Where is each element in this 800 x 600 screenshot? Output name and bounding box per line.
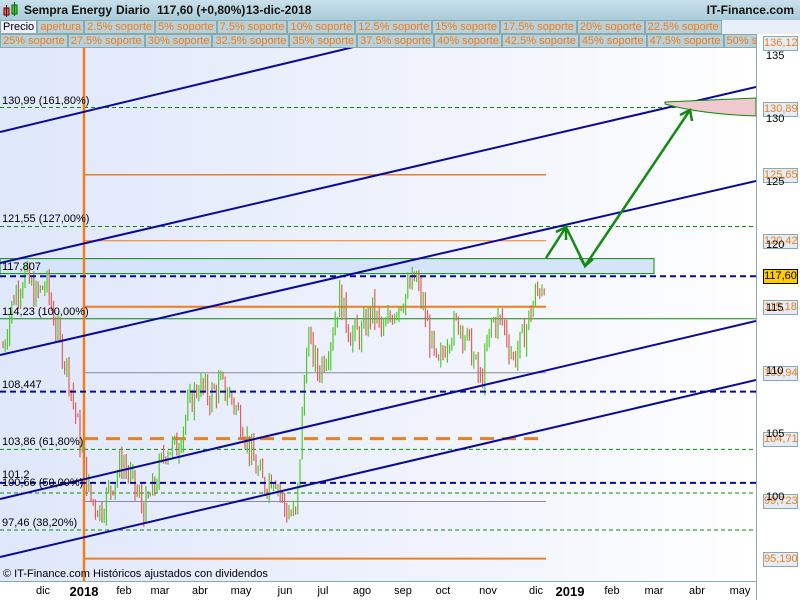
symbol-name: Sempra Energy bbox=[24, 3, 113, 17]
y-tick: 135 bbox=[766, 50, 785, 62]
candlestick-logo-icon bbox=[3, 2, 18, 17]
y-tick: 100 bbox=[766, 491, 785, 503]
x-tick: abr bbox=[689, 585, 705, 597]
current-price-label: 117,60 bbox=[763, 269, 798, 285]
tab-32-5-soporte[interactable]: 32.5% soporte bbox=[212, 34, 290, 48]
x-tick: dic bbox=[528, 585, 544, 597]
target-zone bbox=[664, 97, 756, 117]
tab-37-5-soporte[interactable]: 37.5% soporte bbox=[357, 34, 435, 48]
tab-5-soporte[interactable]: 5% soporte bbox=[155, 20, 217, 34]
x-tick: sep bbox=[394, 585, 412, 597]
level-label: 108,447 bbox=[2, 378, 42, 391]
indicator-tabs-row-2: 25% soporte 27.5% soporte 30% soporte 32.5%… bbox=[0, 34, 792, 48]
level-label: 130,99 (161,80%) bbox=[2, 94, 90, 107]
copyright: © IT-Finance.com Históricos ajustados co… bbox=[3, 568, 268, 580]
x-tick: feb bbox=[604, 585, 620, 597]
y-tick: 125 bbox=[766, 176, 785, 188]
tab-47-5-soporte[interactable]: 47.5% soporte bbox=[646, 34, 724, 48]
tab-10-soporte[interactable]: 10% soporte bbox=[287, 20, 356, 34]
x-tick: ago bbox=[352, 585, 372, 597]
y-tick: 120 bbox=[766, 239, 785, 251]
brand: IT-Finance.com bbox=[706, 3, 794, 17]
period: Diario bbox=[116, 3, 151, 17]
x-tick: may bbox=[729, 585, 751, 597]
tab-17-5-soporte[interactable]: 17.5% soporte bbox=[499, 20, 577, 34]
y-tick: 115 bbox=[766, 302, 784, 314]
tab-22-5-soporte[interactable]: 22.5% soporte bbox=[644, 20, 722, 34]
level-label: 97,46 (38,20%) bbox=[2, 517, 78, 529]
tab-25-soporte[interactable]: 25% soporte bbox=[0, 34, 68, 48]
chart-canvas bbox=[0, 48, 756, 581]
resistance-zone bbox=[0, 258, 655, 275]
y-tick: 110 bbox=[766, 365, 784, 377]
date-axis: dic 2018 feb mar abr may jun jul ago sep oct nov dic… bbox=[0, 581, 756, 600]
level-label: 114,23 (100,00%) bbox=[2, 305, 89, 318]
tab-12-5-soporte[interactable]: 12.5% soporte bbox=[355, 20, 433, 34]
tab-precio[interactable]: Precio bbox=[0, 20, 38, 34]
x-tick: 2019 bbox=[555, 584, 585, 599]
tab-2-5-soporte[interactable]: 2.5% soporte bbox=[84, 20, 155, 34]
x-tick: mar bbox=[644, 585, 664, 597]
x-tick: jul bbox=[317, 585, 329, 597]
level-label: 117,807 bbox=[2, 260, 41, 273]
x-tick: abr bbox=[192, 585, 208, 597]
tab-20-soporte[interactable]: 20% soporte bbox=[576, 20, 645, 34]
channel-line bbox=[0, 48, 354, 133]
y-tick: 105 bbox=[766, 428, 785, 440]
quote: 117,60 (+0,80%) bbox=[157, 3, 246, 17]
x-tick: nov bbox=[479, 585, 497, 597]
level-label: 103,86 (61,80%) bbox=[2, 436, 84, 449]
price-level-label: 95,190 bbox=[763, 551, 798, 567]
tab-30-soporte[interactable]: 30% soporte bbox=[144, 34, 213, 48]
y-tick: 130 bbox=[766, 113, 785, 125]
chart-plot-area[interactable] bbox=[0, 48, 756, 581]
tab-apertura[interactable]: apertura bbox=[37, 20, 85, 34]
channel-line bbox=[0, 320, 756, 500]
tab-15-soporte[interactable]: 15% soporte bbox=[432, 20, 500, 34]
tab-45-soporte[interactable]: 45% soporte bbox=[578, 34, 647, 48]
tab-7-5-soporte[interactable]: 7.5% soporte bbox=[216, 20, 288, 34]
projection-arrow bbox=[544, 109, 692, 269]
x-tick: feb bbox=[116, 585, 132, 597]
price-level-label: 136,12 bbox=[763, 35, 798, 51]
tab-35-soporte[interactable]: 35% soporte bbox=[289, 34, 358, 48]
x-tick: may bbox=[230, 585, 252, 597]
x-tick: oct bbox=[435, 585, 451, 597]
tab-40-soporte[interactable]: 40% soporte bbox=[434, 34, 502, 48]
tab-42-5-soporte[interactable]: 42.5% soporte bbox=[501, 34, 579, 48]
level-label: 121,55 (127,00%) bbox=[2, 213, 90, 226]
x-tick: jun bbox=[277, 585, 293, 597]
level-label: 100,66 (50,00%) bbox=[2, 476, 84, 489]
chart-header: Sempra Energy Diario 117,60 (+0,80%) 13-… bbox=[0, 0, 800, 20]
x-tick: dic bbox=[35, 585, 51, 597]
indicator-tabs-row-1: Precio apertura 2.5% soporte 5% soporte 7.5%… bbox=[0, 20, 722, 34]
tab-27-5-soporte[interactable]: 27.5% soporte bbox=[67, 34, 145, 48]
date: 13-dic-2018 bbox=[246, 3, 312, 17]
x-tick: 2018 bbox=[69, 584, 99, 599]
x-tick: mar bbox=[150, 585, 170, 597]
